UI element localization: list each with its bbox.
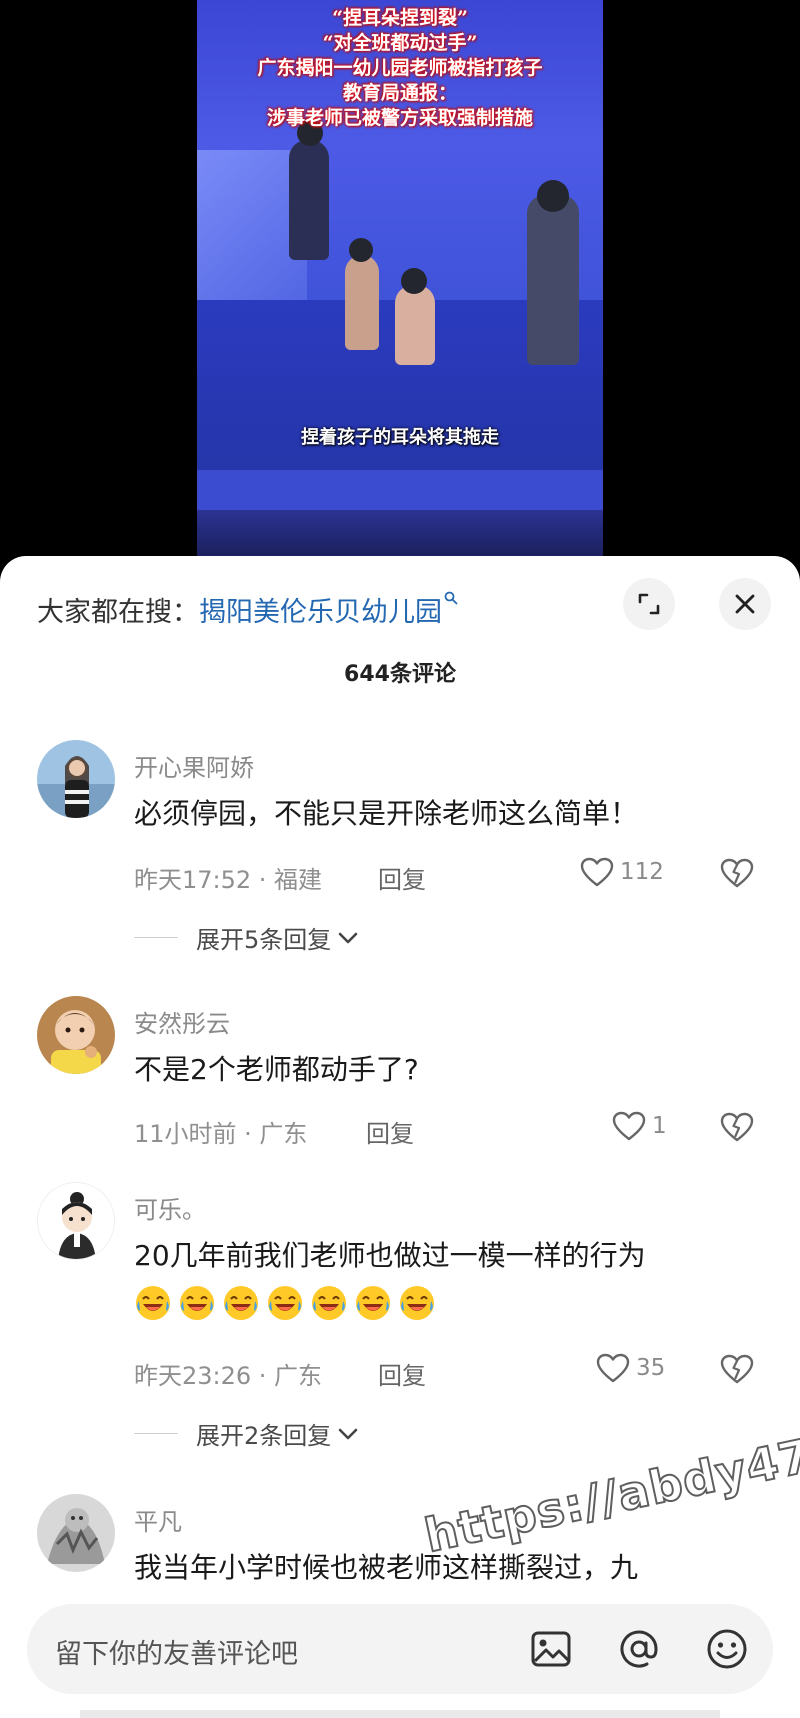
- comment-text: 我当年小学时候也被老师这样撕裂过，九: [134, 1551, 639, 1584]
- at-icon: [620, 1630, 658, 1668]
- video-teacher: [527, 195, 579, 365]
- video-title-overlay: “捏耳朵捏到裂” “对全班都动过手” 广东揭阳一幼儿园老师被指打孩子 教育局通报…: [197, 6, 603, 131]
- chevron-down-icon: [338, 932, 358, 943]
- trending-search[interactable]: 大家都在搜： 揭阳美伦乐贝幼儿园: [37, 586, 458, 632]
- like-button[interactable]: 35: [596, 1353, 665, 1383]
- chevron-down-icon: [338, 1428, 358, 1439]
- reply-button[interactable]: 回复: [366, 1114, 414, 1149]
- image-picker-button[interactable]: [529, 1627, 573, 1675]
- search-icon: [444, 590, 458, 609]
- emoji-row: [134, 1284, 436, 1322]
- like-count: 112: [620, 859, 664, 885]
- video-person: [289, 140, 329, 260]
- expand-replies-button[interactable]: 展开2条回复: [134, 1416, 359, 1451]
- like-button[interactable]: 1: [612, 1111, 667, 1141]
- video-scene-band: [197, 470, 603, 510]
- avatar[interactable]: [37, 740, 115, 818]
- mention-button[interactable]: [617, 1627, 661, 1675]
- dislike-button[interactable]: [720, 858, 754, 892]
- reply-button[interactable]: 回复: [378, 860, 426, 895]
- laughing-crying-emoji-icon: [224, 1286, 258, 1320]
- dislike-button[interactable]: [720, 1354, 754, 1388]
- dislike-button[interactable]: [720, 1112, 754, 1146]
- comment-username[interactable]: 开心果阿娇: [134, 748, 254, 783]
- video-child-head: [401, 268, 427, 294]
- close-icon: [735, 594, 755, 614]
- comment-time-location: 昨天23:26 · 广东: [134, 1362, 323, 1390]
- video-child-head: [349, 238, 373, 262]
- video-title-line: 涉事老师已被警方采取强制措施: [266, 107, 533, 129]
- trending-search-prefix: 大家都在搜：: [37, 596, 199, 628]
- comment-username[interactable]: 可乐。: [134, 1190, 206, 1225]
- comment-text: 20几年前我们老师也做过一模一样的行为: [134, 1239, 646, 1272]
- laughing-crying-emoji-icon: [400, 1286, 434, 1320]
- expand-replies-button[interactable]: 展开5条回复: [134, 920, 359, 955]
- laughing-crying-emoji-icon: [268, 1286, 302, 1320]
- video-title-line: “捏耳朵捏到裂”: [332, 7, 468, 29]
- comment-time-location: 11小时前 · 广东: [134, 1120, 308, 1148]
- like-count: 1: [652, 1113, 667, 1139]
- emoji-icon: [707, 1629, 747, 1669]
- close-button[interactable]: [719, 578, 771, 630]
- heart-icon: [580, 857, 614, 887]
- video-title-line: 广东揭阳一幼儿园老师被指打孩子: [257, 57, 543, 79]
- comment-input[interactable]: 留下你的友善评论吧: [27, 1604, 773, 1694]
- like-count: 35: [636, 1355, 666, 1381]
- comment-username[interactable]: 平凡: [134, 1502, 182, 1537]
- broken-heart-icon: [720, 1354, 754, 1384]
- comment-username[interactable]: 安然彤云: [134, 1004, 230, 1039]
- home-indicator-area: [80, 1710, 720, 1718]
- expand-icon: [638, 593, 660, 615]
- comment-text: 必须停园，不能只是开除老师这么简单！: [134, 797, 639, 830]
- comment-input-placeholder: 留下你的友善评论吧: [55, 1639, 298, 1670]
- laughing-crying-emoji-icon: [180, 1286, 214, 1320]
- video-scene-shade: [197, 510, 603, 560]
- avatar[interactable]: [37, 1182, 115, 1260]
- comment-sheet: 大家都在搜： 揭阳美伦乐贝幼儿园 644条评论 开心果阿娇 必须停园，不能只是开…: [0, 556, 800, 1718]
- broken-heart-icon: [720, 1112, 754, 1142]
- laughing-crying-emoji-icon: [356, 1286, 390, 1320]
- image-icon: [531, 1631, 571, 1667]
- video-child: [345, 255, 379, 350]
- heart-icon: [596, 1353, 630, 1383]
- comment-text: 不是2个老师都动手了?: [134, 1053, 419, 1086]
- video-player[interactable]: “捏耳朵捏到裂” “对全班都动过手” 广东揭阳一幼儿园老师被指打孩子 教育局通报…: [0, 0, 800, 560]
- heart-icon: [612, 1111, 646, 1141]
- video-title-line: 教育局通报：: [342, 82, 457, 104]
- video-subtitle: 捏着孩子的耳朵将其拖走: [301, 427, 499, 448]
- video-child: [395, 285, 435, 365]
- divider: [134, 937, 178, 938]
- video-teacher-head: [537, 180, 569, 212]
- laughing-crying-emoji-icon: [136, 1286, 170, 1320]
- expand-button[interactable]: [623, 578, 675, 630]
- reply-button[interactable]: 回复: [378, 1356, 426, 1391]
- expand-replies-label: 展开2条回复: [196, 1422, 332, 1450]
- screen: “捏耳朵捏到裂” “对全班都动过手” 广东揭阳一幼儿园老师被指打孩子 教育局通报…: [0, 0, 800, 1718]
- divider: [134, 1433, 178, 1434]
- comment-time-location: 昨天17:52 · 福建: [134, 866, 323, 894]
- avatar[interactable]: [37, 996, 115, 1074]
- broken-heart-icon: [720, 858, 754, 888]
- like-button[interactable]: 112: [580, 857, 664, 887]
- comment-count-title: 644条评论: [344, 662, 456, 687]
- expand-replies-label: 展开5条回复: [196, 926, 332, 954]
- video-title-line: “对全班都动过手”: [322, 32, 478, 54]
- comment-input-bar: 留下你的友善评论吧: [0, 1592, 800, 1718]
- emoji-picker-button[interactable]: [705, 1627, 749, 1675]
- laughing-crying-emoji-icon: [312, 1286, 346, 1320]
- trending-search-term[interactable]: 揭阳美伦乐贝幼儿园: [199, 590, 442, 629]
- avatar[interactable]: [37, 1494, 115, 1572]
